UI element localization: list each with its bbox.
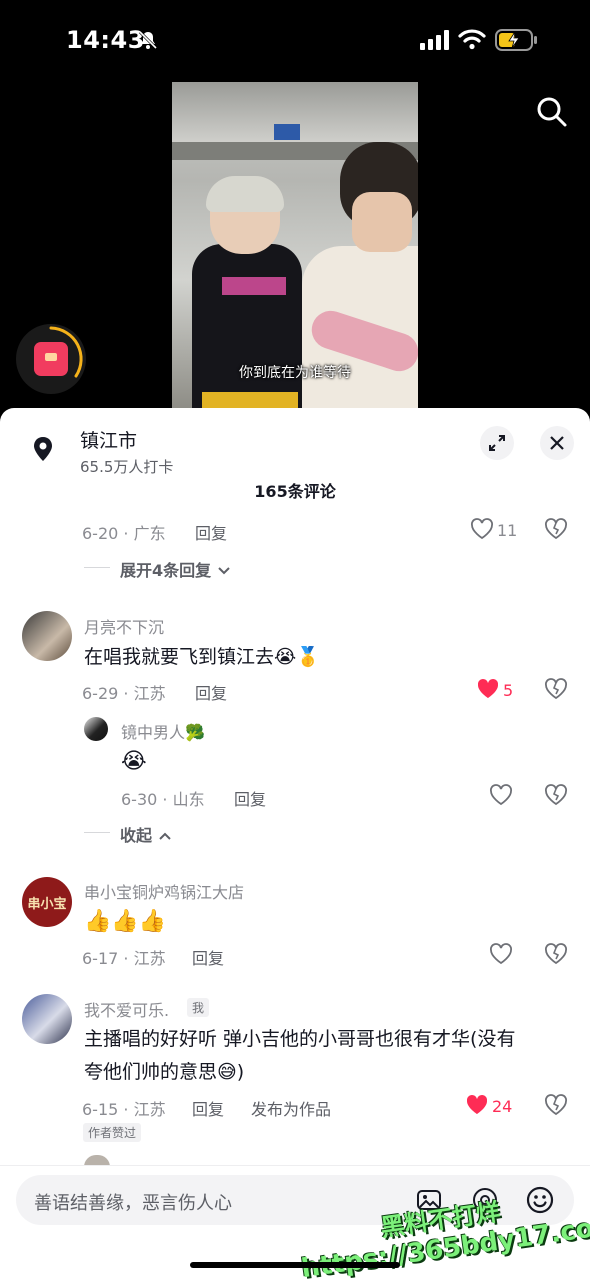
video-player[interactable]: 你到底在为谁等待 bbox=[172, 82, 418, 412]
reply-button[interactable]: 回复 bbox=[234, 786, 266, 810]
collapse-divider bbox=[84, 832, 110, 833]
wifi-icon bbox=[458, 28, 486, 54]
heart-icon[interactable] bbox=[489, 784, 513, 810]
like-count: 11 bbox=[497, 521, 518, 540]
reply-button[interactable]: 回复 bbox=[192, 1096, 224, 1120]
comment-meta: 6-20 · 广东 bbox=[82, 524, 166, 543]
location-name[interactable]: 镇江市 bbox=[80, 426, 137, 453]
signal-icon bbox=[420, 30, 450, 54]
avatar[interactable] bbox=[22, 611, 72, 661]
emoji-icon[interactable] bbox=[526, 1186, 554, 1218]
video-sign bbox=[274, 124, 300, 140]
reply-button[interactable]: 回复 bbox=[195, 520, 227, 544]
heart-icon[interactable] bbox=[476, 678, 500, 704]
publish-as-work-button[interactable]: 发布为作品 bbox=[251, 1096, 331, 1120]
expand-divider bbox=[84, 567, 110, 568]
reply-emojis: 😭 bbox=[121, 749, 147, 774]
chevron-down-icon bbox=[218, 567, 230, 575]
author-liked-badge: 作者赞过 bbox=[83, 1123, 142, 1142]
broken-heart-icon[interactable] bbox=[544, 1094, 568, 1120]
expand-button[interactable] bbox=[480, 426, 514, 460]
close-icon bbox=[550, 436, 564, 450]
avatar-text: 串小宝 bbox=[27, 896, 67, 912]
reply-button[interactable]: 回复 bbox=[192, 945, 224, 969]
comment-meta: 6-15 · 江苏 bbox=[82, 1100, 166, 1119]
heart-icon[interactable] bbox=[465, 1094, 489, 1120]
expand-replies-label: 展开4条回复 bbox=[120, 561, 212, 580]
collapse-label: 收起 bbox=[120, 826, 153, 845]
comment-emojis: 😭🥇 bbox=[274, 646, 320, 668]
avatar[interactable] bbox=[22, 994, 72, 1044]
me-badge: 我 bbox=[187, 998, 210, 1017]
avatar[interactable]: 串小宝 bbox=[22, 877, 72, 927]
comment-text-line1: 主播唱的好好听 弹小吉他的小哥哥也很有才华(没有 bbox=[84, 1028, 516, 1050]
expand-icon bbox=[489, 435, 505, 451]
battery-charging-icon bbox=[495, 28, 539, 56]
video-caption: 你到底在为谁等待 bbox=[239, 365, 351, 381]
bell-mute-icon bbox=[138, 30, 158, 54]
status-time: 14:43 bbox=[66, 26, 145, 54]
comment-text-line2: 夸他们帅的意思😅) bbox=[84, 1061, 245, 1083]
reply-username[interactable]: 镜中男人🥦 bbox=[121, 719, 205, 743]
comment-meta: 6-29 · 江苏 bbox=[82, 684, 166, 703]
comment-username[interactable]: 串小宝铜炉鸡锅江大店 bbox=[84, 879, 244, 903]
comment-username[interactable]: 我不爱可乐. bbox=[84, 997, 169, 1021]
broken-heart-icon[interactable] bbox=[544, 943, 568, 969]
heart-icon[interactable] bbox=[470, 518, 494, 544]
chevron-up-icon bbox=[158, 832, 171, 840]
comment-username[interactable]: 月亮不下沉 bbox=[84, 614, 164, 638]
comment-emojis: 👍👍👍 bbox=[84, 909, 167, 934]
location-pin-icon bbox=[32, 436, 54, 466]
search-button[interactable] bbox=[532, 92, 572, 132]
like-count: 5 bbox=[503, 681, 514, 700]
close-button[interactable] bbox=[540, 426, 574, 460]
heart-icon[interactable] bbox=[489, 943, 513, 969]
broken-heart-icon[interactable] bbox=[544, 784, 568, 810]
location-checkins: 65.5万人打卡 bbox=[80, 458, 174, 476]
red-packet-icon bbox=[34, 342, 68, 376]
comment-count-title: 165条评论 bbox=[254, 482, 336, 501]
reply-button[interactable]: 回复 bbox=[195, 680, 227, 704]
home-indicator[interactable] bbox=[190, 1262, 400, 1268]
comment-input-placeholder: 善语结善缘，恶言伤人心 bbox=[34, 1193, 232, 1214]
broken-heart-icon[interactable] bbox=[544, 678, 568, 704]
comment-meta: 6-17 · 江苏 bbox=[82, 949, 166, 968]
broken-heart-icon[interactable] bbox=[544, 518, 568, 544]
collapse-replies-button[interactable]: 收起 bbox=[120, 822, 172, 846]
status-bar: 14:43 bbox=[0, 0, 590, 80]
like-count: 24 bbox=[492, 1097, 513, 1116]
search-icon bbox=[537, 97, 567, 127]
avatar[interactable] bbox=[84, 717, 108, 741]
comment-text: 在唱我就要飞到镇江去😭🥇 bbox=[84, 646, 320, 668]
expand-replies-button[interactable]: 展开4条回复 bbox=[120, 557, 231, 581]
reply-meta: 6-30 · 山东 bbox=[121, 790, 205, 809]
red-packet-button[interactable] bbox=[16, 324, 86, 394]
